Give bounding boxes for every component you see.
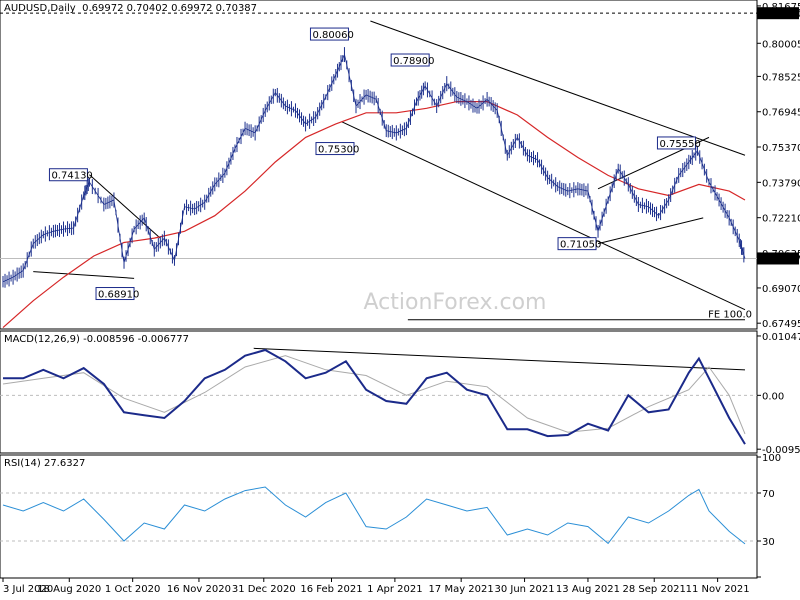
price-label-text: 0.74130 [51, 171, 92, 182]
chart-header: AUDUSD,Daily 0.69972 0.70402 0.69972 0.7… [4, 3, 257, 14]
rsi-y-tick-label: 30 [762, 537, 775, 548]
chart-canvas: ActionForex.com 0.816750.800050.785250.7… [0, 0, 800, 595]
price-y-tick-label: 0.72210 [762, 214, 800, 225]
trend-line [597, 217, 704, 245]
price-y-tick-label: 0.69070 [762, 284, 800, 295]
price-y-tick-label: 0.76945 [762, 108, 800, 119]
x-tick-label: 16 Feb 2021 [300, 584, 362, 595]
price-label-text: 0.75300 [318, 145, 359, 156]
rsi-y-tick-label: 100 [762, 453, 781, 464]
price-panel-frame [0, 0, 758, 330]
x-tick-label: 13 Aug 2021 [556, 584, 620, 595]
rsi-title: RSI(14) 27.6327 [4, 458, 86, 469]
macd-title: MACD(12,26,9) -0.008596 -0.006777 [4, 334, 189, 345]
price-y-tick-label: 0.75370 [762, 143, 800, 154]
fibonacci-annotation: FE 100.0 [708, 310, 752, 321]
price-y-tick-label: 0.80005 [762, 39, 800, 50]
current-price-label: 0.70387 [760, 254, 800, 265]
macd-trend-line [253, 347, 746, 371]
price-label-text: 0.68910 [98, 290, 139, 301]
x-tick-label: 30 Jun 2021 [494, 584, 554, 595]
price-y-tick-label: 0.73790 [762, 178, 800, 189]
price-y-tick-label: 0.78525 [762, 72, 800, 83]
x-axis: 3 Jul 202018 Aug 2020 1 Oct 2020 16 Nov 20… [2, 578, 750, 595]
x-tick-label: 1 Apr 2021 [367, 584, 422, 595]
rsi-y-tick-label: 70 [762, 489, 775, 500]
rsi-plot: 100 70 30 [0, 453, 781, 578]
price-close-line [2, 53, 746, 283]
x-tick-label: 31 Dec 2020 [232, 584, 296, 595]
x-tick-label: 17 May 2021 [429, 584, 494, 595]
rsi-panel-frame [0, 454, 758, 579]
macd-y-tick-label: 0.010476 [762, 332, 800, 343]
macd-main-line [3, 348, 746, 445]
price-y-tick-label: 0.67495 [762, 319, 800, 330]
x-tick-label: 18 Aug 2020 [37, 584, 101, 595]
x-tick-label: 11 Nov 2021 [686, 584, 750, 595]
price-plot: 0.816750.800050.785250.769450.753700.737… [0, 2, 800, 330]
macd-plot: 0.0104760.00-0.009504 [0, 332, 800, 456]
price-label-text: 0.75550 [659, 139, 700, 150]
rsi-line [2, 486, 746, 545]
symbol-title: AUDUSD,Daily [4, 3, 76, 14]
watermark-text: ActionForex.com [364, 290, 547, 315]
trend-line [89, 174, 161, 239]
x-tick-label: 1 Oct 2020 [105, 584, 160, 595]
x-tick-label: 16 Nov 2020 [167, 584, 231, 595]
level-price-label: 0.81350 [760, 9, 800, 20]
price-label-text: 0.71050 [560, 240, 601, 251]
x-tick-label: 28 Sep 2021 [623, 584, 686, 595]
price-label-text: 0.78900 [393, 56, 434, 67]
trend-line [33, 271, 135, 279]
price-label-text: 0.80060 [312, 30, 353, 41]
ohlc-values: 0.69972 0.70402 0.69972 0.70387 [82, 3, 258, 14]
macd-y-tick-label: 0.00 [762, 391, 784, 402]
